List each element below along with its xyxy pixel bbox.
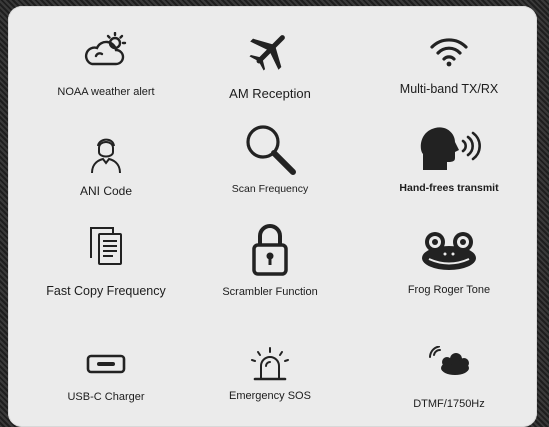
airplane-icon [248, 28, 292, 72]
features-panel: NOAA weather alert AM Reception Multi-ba… [8, 6, 537, 427]
keypad-tone-icon [427, 346, 471, 376]
feature-label: Multi-band TX/RX [399, 82, 499, 96]
feature-label: NOAA weather alert [57, 86, 155, 98]
copy-documents-icon [87, 226, 125, 268]
usb-c-port-icon [86, 354, 126, 374]
feature-label: Emergency SOS [229, 390, 311, 402]
wifi-signal-icon [429, 36, 469, 68]
padlock-icon [252, 222, 288, 276]
weather-cloud-sun-icon [84, 32, 128, 70]
feature-label: Fast Copy Frequency [46, 284, 166, 298]
feature-label: DTMF/1750Hz [413, 398, 485, 410]
feature-label: Hand-frees transmit [399, 182, 499, 194]
feature-label: ANI Code [79, 184, 133, 198]
person-avatar-icon [89, 134, 123, 174]
siren-light-icon [250, 346, 290, 382]
magnifier-icon [243, 122, 297, 176]
speaking-head-icon [417, 124, 481, 172]
frog-face-icon [419, 230, 479, 272]
feature-label: USB-C Charger [67, 391, 145, 403]
feature-label: Scrambler Function [222, 286, 318, 298]
feature-label: AM Reception [229, 86, 311, 101]
feature-label: Scan Frequency [231, 183, 309, 195]
feature-label: Frog Roger Tone [407, 284, 491, 296]
